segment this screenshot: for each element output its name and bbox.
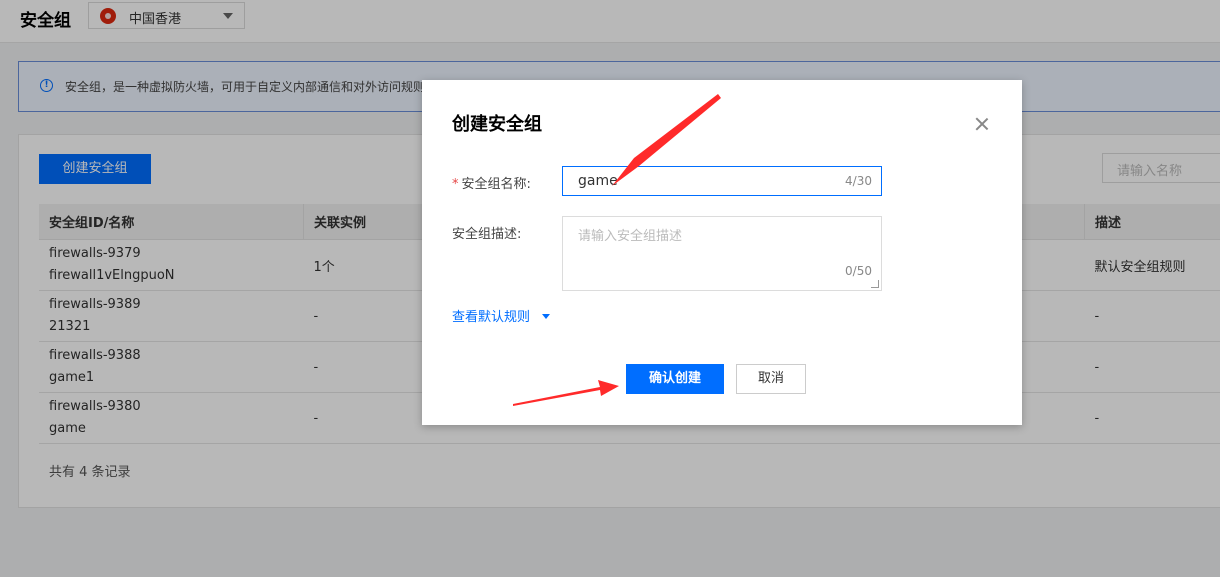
confirm-create-button[interactable]: 确认创建 <box>626 364 724 394</box>
security-group-name-input[interactable]: game 4/30 <box>562 166 882 196</box>
name-char-counter: 4/30 <box>845 174 872 188</box>
resize-handle-icon[interactable] <box>871 280 879 288</box>
cancel-button[interactable]: 取消 <box>736 364 806 394</box>
description-placeholder: 请输入安全组描述 <box>578 229 683 244</box>
security-group-description-input[interactable]: 请输入安全组描述 0/50 <box>562 216 882 291</box>
name-label-text: 安全组名称: <box>461 177 531 192</box>
name-value: game <box>578 173 618 189</box>
name-label: * 安全组名称: <box>452 173 531 192</box>
view-default-rules-link[interactable]: 查看默认规则 <box>452 306 530 325</box>
required-mark: * <box>452 177 459 192</box>
create-security-group-dialog: 创建安全组 * 安全组名称: game 4/30 安全组描述: 请输入安全组描述 … <box>422 80 1022 425</box>
description-char-counter: 0/50 <box>845 264 872 278</box>
close-icon[interactable] <box>974 116 990 132</box>
caret-down-icon[interactable] <box>542 314 550 319</box>
description-label: 安全组描述: <box>452 227 522 242</box>
dialog-title: 创建安全组 <box>452 114 542 135</box>
